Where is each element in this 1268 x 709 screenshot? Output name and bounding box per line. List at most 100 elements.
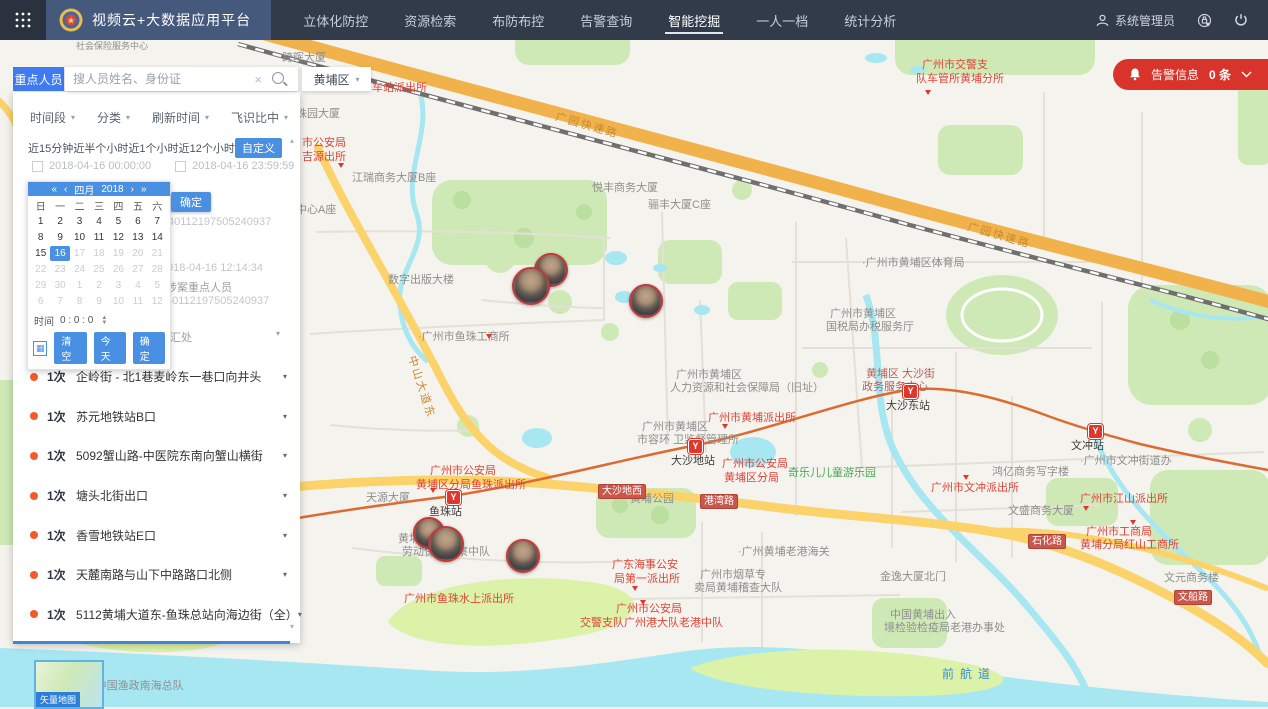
calendar-day[interactable]: 7: [148, 214, 167, 229]
chevron-down-icon[interactable]: [1241, 71, 1252, 78]
calendar-day[interactable]: 28: [148, 262, 167, 277]
calendar-day[interactable]: 24: [70, 262, 89, 277]
search-input[interactable]: [65, 72, 247, 86]
chevron-down-icon[interactable]: ▾: [276, 329, 280, 338]
scroll-up-icon[interactable]: ▴: [290, 136, 294, 145]
scrollbar-horizontal[interactable]: [13, 641, 290, 644]
calendar-day[interactable]: 26: [109, 262, 128, 277]
nav-item-1[interactable]: 资源检索: [386, 0, 474, 40]
calendar-day[interactable]: 8: [70, 294, 89, 309]
quick-range-4[interactable]: 自定义: [235, 138, 282, 158]
chevron-down-icon[interactable]: ▾: [283, 491, 287, 500]
list-item[interactable]: 1次香雪地铁站E口▾: [13, 515, 300, 555]
spinner-down-icon[interactable]: ▼: [101, 321, 107, 326]
filter-dropdown-3[interactable]: 飞识比中▾: [231, 109, 288, 126]
security-settings-icon[interactable]: [1197, 13, 1212, 28]
calendar-day[interactable]: 19: [109, 246, 128, 261]
calendar-day[interactable]: 25: [89, 262, 108, 277]
calendar-day[interactable]: 9: [50, 230, 69, 245]
list-item[interactable]: 1次5092蟹山路-中医院东南向蟹山横街▾: [13, 436, 300, 476]
calendar-day[interactable]: 4: [89, 214, 108, 229]
chevron-down-icon[interactable]: ▾: [283, 412, 287, 421]
calendar-button[interactable]: 今天: [94, 332, 126, 364]
person-avatar-marker[interactable]: [629, 284, 663, 318]
calendar-day[interactable]: 16: [50, 246, 69, 261]
calendar-month[interactable]: 四月: [74, 182, 94, 197]
district-dropdown[interactable]: 黄埔区 ▾: [302, 67, 371, 91]
nav-item-3[interactable]: 告警查询: [562, 0, 650, 40]
calendar-day[interactable]: 1: [70, 278, 89, 293]
calendar-year[interactable]: 2018: [101, 184, 123, 195]
quick-range-2[interactable]: 近1个小时: [128, 140, 178, 156]
calendar-day[interactable]: 2: [50, 214, 69, 229]
calendar-day[interactable]: 5: [148, 278, 167, 293]
calendar-button[interactable]: 清空: [54, 332, 86, 364]
power-icon[interactable]: [1234, 13, 1248, 27]
scroll-down-icon[interactable]: ▾: [290, 622, 294, 631]
confirm-button[interactable]: 确定: [171, 192, 211, 212]
quick-range-0[interactable]: 近15分钟: [28, 140, 73, 156]
calendar-day[interactable]: 5: [109, 214, 128, 229]
search-icon[interactable]: [272, 72, 284, 84]
time-spinner[interactable]: ▲ ▼: [101, 316, 107, 326]
filter-dropdown-1[interactable]: 分类▾: [97, 109, 130, 126]
quick-range-1[interactable]: 近半个小时: [73, 140, 128, 156]
app-logo-block[interactable]: ★ 视频云+大数据应用平台: [46, 0, 271, 40]
calendar-day[interactable]: 10: [70, 230, 89, 245]
metro-station-icon[interactable]: Y: [903, 384, 918, 399]
next-month-button[interactable]: ›: [131, 184, 134, 195]
nav-item-4[interactable]: 智能挖掘: [650, 0, 738, 40]
minimap-toggle[interactable]: 矢量地图: [34, 660, 104, 709]
nav-item-6[interactable]: 统计分析: [826, 0, 914, 40]
calendar-day[interactable]: 6: [128, 214, 147, 229]
calendar-day[interactable]: 3: [70, 214, 89, 229]
calendar-day[interactable]: 30: [50, 278, 69, 293]
prev-year-button[interactable]: «: [51, 184, 57, 195]
calendar-day[interactable]: 23: [50, 262, 69, 277]
list-item[interactable]: 1次苏元地铁站B口▾: [13, 397, 300, 437]
person-avatar-marker[interactable]: [428, 526, 464, 562]
calendar-grid-icon[interactable]: ▦: [33, 341, 47, 356]
user-menu[interactable]: 系统管理员: [1096, 12, 1175, 29]
calendar-button[interactable]: 确定: [133, 332, 165, 364]
calendar-day[interactable]: 3: [109, 278, 128, 293]
nav-item-0[interactable]: 立体化防控: [285, 0, 386, 40]
prev-month-button[interactable]: ‹: [64, 184, 67, 195]
calendar-day[interactable]: 14: [148, 230, 167, 245]
alert-bar[interactable]: 告警信息 0 条: [1113, 59, 1268, 90]
quick-range-3[interactable]: 近12个小时: [179, 140, 235, 156]
date-input-to[interactable]: 2018-04-16 23:59:59: [175, 160, 294, 172]
apps-grid-icon[interactable]: [0, 0, 46, 40]
calendar-day[interactable]: 12: [109, 230, 128, 245]
next-year-button[interactable]: »: [141, 184, 147, 195]
metro-station-icon[interactable]: Y: [446, 490, 461, 505]
calendar-day[interactable]: 8: [31, 230, 50, 245]
filter-dropdown-0[interactable]: 时间段▾: [30, 109, 75, 126]
metro-station-icon[interactable]: Y: [688, 439, 703, 454]
tab-key-person[interactable]: 重点人员: [13, 67, 64, 91]
calendar-day[interactable]: 20: [128, 246, 147, 261]
calendar-day[interactable]: 21: [148, 246, 167, 261]
list-item[interactable]: 1次5112黄埔大道东-鱼珠总站向海边街（全）▾: [13, 595, 300, 635]
calendar-day[interactable]: 29: [31, 278, 50, 293]
metro-station-icon[interactable]: Y: [1088, 424, 1103, 439]
chevron-down-icon[interactable]: ▾: [283, 451, 287, 460]
filter-dropdown-2[interactable]: 刷新时间▾: [152, 109, 209, 126]
calendar-day[interactable]: 18: [89, 246, 108, 261]
calendar-day[interactable]: 2: [89, 278, 108, 293]
person-avatar-marker[interactable]: [506, 539, 540, 573]
calendar-day[interactable]: 13: [128, 230, 147, 245]
calendar-day[interactable]: 4: [128, 278, 147, 293]
calendar-day[interactable]: 10: [109, 294, 128, 309]
date-input-from[interactable]: 2018-04-16 00:00:00: [32, 160, 151, 172]
clear-icon[interactable]: ×: [247, 72, 269, 87]
calendar-day[interactable]: 27: [128, 262, 147, 277]
calendar-day[interactable]: 1: [31, 214, 50, 229]
person-avatar-marker[interactable]: [512, 267, 550, 305]
chevron-down-icon[interactable]: ▾: [298, 610, 302, 619]
calendar-day[interactable]: 17: [70, 246, 89, 261]
nav-item-2[interactable]: 布防布控: [474, 0, 562, 40]
list-item[interactable]: 1次天麓南路与山下中路路口北侧▾: [13, 555, 300, 595]
calendar-day[interactable]: 7: [50, 294, 69, 309]
calendar-day[interactable]: 9: [89, 294, 108, 309]
